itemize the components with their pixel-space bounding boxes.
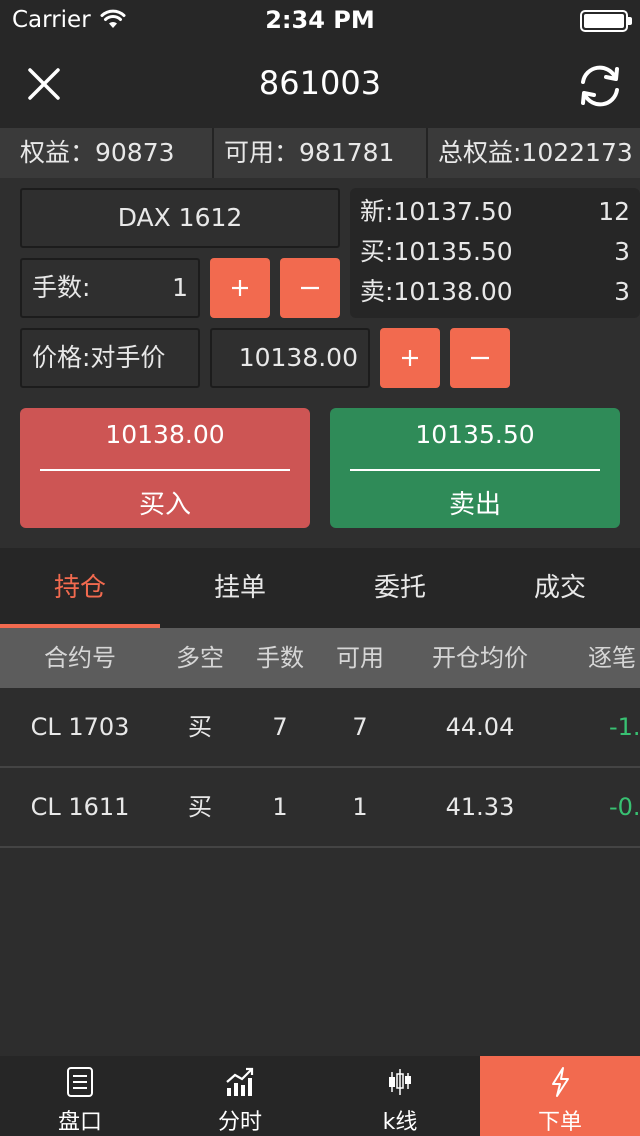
lots-cell: 1	[272, 793, 288, 821]
quantity-value: 1	[172, 273, 188, 302]
lightning-icon	[552, 1067, 569, 1097]
buy-label: 买入	[138, 490, 191, 520]
last-price-row: 新:10137.50 12	[360, 192, 630, 232]
tab-positions[interactable]: 持仓	[0, 548, 160, 628]
chart-trend-icon	[226, 1067, 254, 1096]
column-header: 可用	[336, 644, 384, 672]
available-cell: 7	[352, 713, 368, 741]
divider	[212, 128, 214, 178]
direction-cell: 买	[188, 793, 212, 821]
refresh-icon[interactable]	[574, 60, 626, 112]
available-value: 可用：981781	[224, 138, 395, 167]
tabbar-item-place-order[interactable]: 下单	[480, 1056, 640, 1136]
price-type-selector[interactable]: 价格:对手价	[20, 328, 200, 388]
tab-pending[interactable]: 挂单	[160, 548, 320, 628]
clock: 2:34 PM	[265, 6, 375, 34]
quote-box: 新:10137.50 12 买:10135.50 3 卖:10138.00 3	[350, 188, 640, 318]
column-header: 手数	[256, 644, 304, 672]
quantity-increase-button[interactable]	[210, 258, 270, 318]
account-summary: 权益：90873 可用：981781 总权益:1022173	[0, 128, 640, 178]
pnl-cell: -1.	[609, 713, 640, 741]
ask-volume: 3	[614, 277, 630, 306]
tabbar-item-timeshare[interactable]: 分时	[160, 1056, 320, 1136]
order-tabs: 持仓 挂单 委托 成交	[0, 548, 640, 628]
buy-button[interactable]: 10138.00 买入	[20, 408, 310, 528]
quantity-field[interactable]: 手数: 1	[20, 258, 200, 318]
ask-row: 卖:10138.00 3	[360, 272, 630, 312]
column-header: 开仓均价	[432, 644, 528, 672]
tabbar-label: 盘口	[57, 1110, 102, 1135]
quantity-label: 手数:	[32, 273, 91, 302]
page-title: 861003	[258, 64, 382, 102]
divider	[350, 469, 600, 471]
column-header: 多空	[176, 644, 224, 672]
contract-cell: CL 1703	[30, 713, 130, 741]
table-header: 合约号 多空 手数 可用 开仓均价 逐笔	[0, 628, 640, 688]
candlestick-icon	[389, 1069, 411, 1095]
bid-volume: 3	[614, 237, 630, 266]
tabbar-item-kline[interactable]: k线	[320, 1056, 480, 1136]
contract-cell: CL 1611	[30, 793, 130, 821]
nav-bar: 861003	[0, 40, 640, 128]
pnl-cell: -0.	[609, 793, 640, 821]
symbol-selector[interactable]: DAX 1612	[20, 188, 340, 248]
bid-row: 买:10135.50 3	[360, 232, 630, 272]
tabbar-label: k线	[382, 1110, 418, 1135]
sell-button[interactable]: 10135.50 卖出	[330, 408, 620, 528]
tabbar-label: 分时	[217, 1110, 262, 1135]
minus-icon	[471, 356, 489, 360]
buy-price: 10138.00	[105, 420, 225, 449]
battery-icon	[580, 10, 632, 32]
order-panel: DAX 1612 手数: 1 价格:对手价 10138.00 新:10137.5…	[0, 178, 640, 548]
plus-icon	[402, 350, 418, 366]
tab-trades[interactable]: 成交	[480, 548, 640, 628]
available-cell: 1	[352, 793, 368, 821]
last-price: 新:10137.50	[360, 197, 513, 226]
table-row[interactable]: CL 1611 买 1 1 41.33 -0.	[0, 768, 640, 848]
bid-price: 买:10135.50	[360, 237, 513, 266]
bottom-tab-bar: 盘口 分时 k线 下单	[0, 1056, 640, 1136]
lots-cell: 7	[272, 713, 288, 741]
last-volume: 12	[598, 197, 630, 226]
tab-orders[interactable]: 委托	[320, 548, 480, 628]
column-header: 合约号	[44, 644, 116, 672]
quantity-decrease-button[interactable]	[280, 258, 340, 318]
column-header: 逐笔	[588, 644, 636, 672]
sell-label: 卖出	[448, 490, 501, 520]
total-equity-value: 总权益:1022173	[438, 138, 633, 167]
price-decrease-button[interactable]	[450, 328, 510, 388]
minus-icon	[301, 286, 319, 290]
tabbar-item-orderbook[interactable]: 盘口	[0, 1056, 160, 1136]
avg-price-cell: 41.33	[445, 793, 515, 821]
divider	[426, 128, 428, 178]
tabbar-label: 下单	[537, 1110, 582, 1135]
equity-value: 权益：90873	[20, 138, 175, 167]
list-icon	[67, 1067, 93, 1097]
price-increase-button[interactable]	[380, 328, 440, 388]
ask-price: 卖:10138.00	[360, 277, 513, 306]
direction-cell: 买	[188, 713, 212, 741]
table-row[interactable]: CL 1703 买 7 7 44.04 -1.	[0, 688, 640, 768]
divider	[40, 469, 290, 471]
avg-price-cell: 44.04	[445, 713, 515, 741]
price-input[interactable]: 10138.00	[210, 328, 370, 388]
status-bar: Carrier 2:34 PM	[0, 0, 640, 40]
plus-icon	[232, 280, 248, 296]
sell-price: 10135.50	[415, 420, 535, 449]
